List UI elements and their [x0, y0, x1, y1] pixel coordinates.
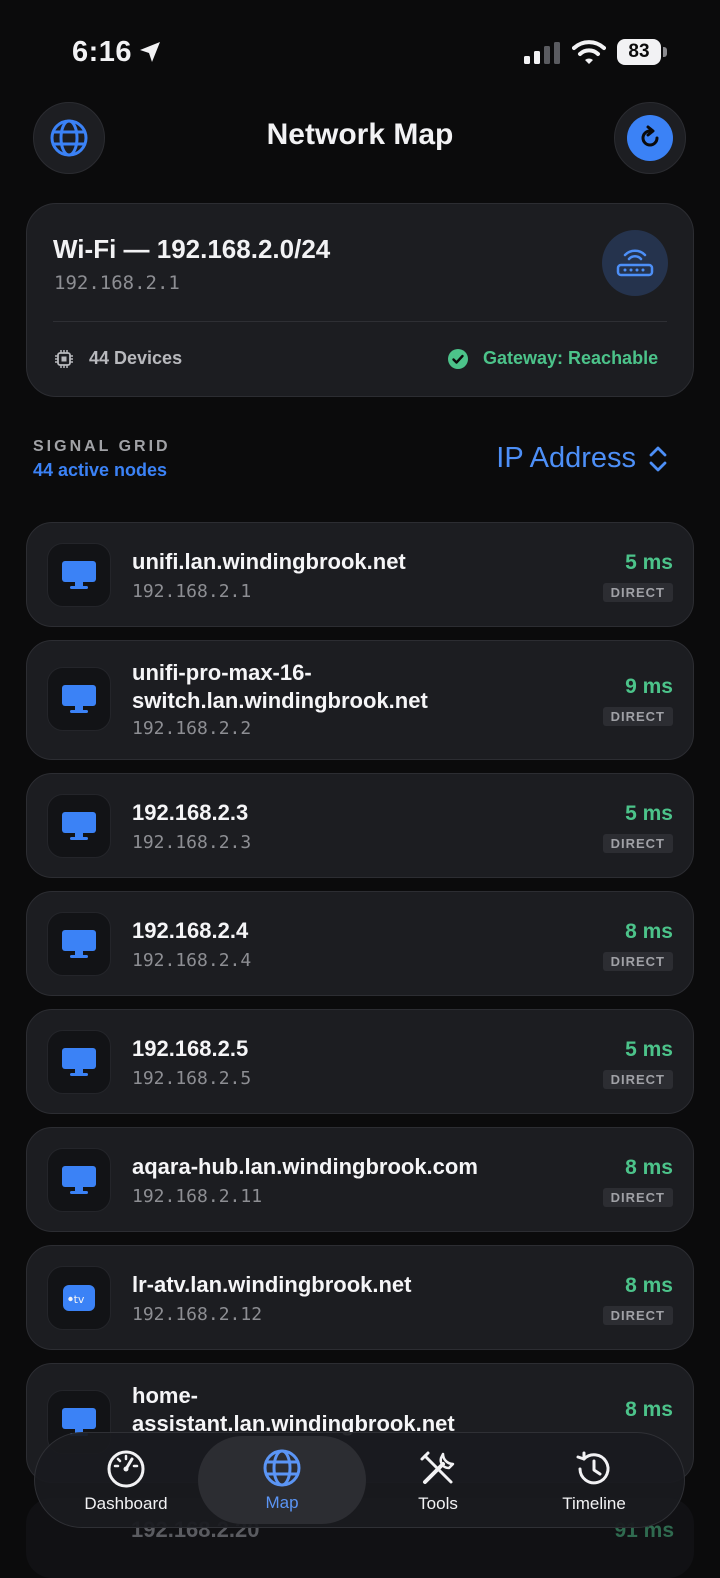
device-latency: 5 ms — [625, 802, 673, 825]
device-latency: 9 ms — [625, 675, 673, 698]
battery-indicator: 83 — [617, 39, 661, 65]
svg-text:tv: tv — [74, 1293, 85, 1306]
device-icon-tile — [47, 912, 111, 976]
device-row[interactable]: aqara-hub.lan.windingbrook.com 192.168.2… — [26, 1127, 694, 1232]
device-ip: 192.168.2.4 — [132, 950, 252, 971]
active-nodes-count: 44 active nodes — [33, 460, 168, 480]
status-bar: 6:16 83 — [0, 0, 720, 100]
globe-icon — [263, 1449, 301, 1487]
tab-label: Dashboard — [84, 1494, 168, 1513]
refresh-button[interactable] — [614, 102, 686, 174]
section-label: SIGNAL GRID — [33, 438, 171, 455]
monitor-icon — [62, 1048, 96, 1076]
device-ip: 192.168.2.1 — [132, 581, 252, 602]
connection-badge: DIRECT — [602, 834, 673, 853]
device-count: 44 Devices — [89, 348, 183, 368]
battery-cap — [663, 47, 667, 57]
device-latency: 8 ms — [625, 1398, 673, 1421]
device-name: 192.168.2.5 — [132, 1036, 249, 1061]
device-name-line: unifi-pro-max-16- — [132, 660, 312, 685]
monitor-icon — [62, 1166, 96, 1194]
gateway-status: Gateway: Reachable — [483, 348, 659, 368]
connection-badge: DIRECT — [602, 1070, 673, 1089]
sort-value: IP Address — [496, 442, 636, 474]
tab-label: Timeline — [562, 1494, 626, 1513]
monitor-icon — [62, 561, 96, 589]
device-ip: 192.168.2.2 — [132, 718, 252, 739]
tab-dashboard[interactable]: Dashboard — [51, 1433, 201, 1529]
device-latency: 8 ms — [625, 1274, 673, 1297]
device-icon-tile — [47, 667, 111, 731]
cellular-signal-icon — [524, 42, 560, 64]
device-row[interactable]: 192.168.2.5 192.168.2.5 5 ms DIRECT — [26, 1009, 694, 1114]
connection-badge: DIRECT — [602, 583, 673, 602]
device-list: unifi.lan.windingbrook.net 192.168.2.1 5… — [26, 522, 694, 1496]
apple-tv-icon: tv — [63, 1285, 95, 1311]
device-name: lr-atv.lan.windingbrook.net — [132, 1272, 412, 1297]
tab-label: Tools — [418, 1494, 458, 1513]
monitor-icon — [62, 812, 96, 840]
device-row[interactable]: tv lr-atv.lan.windingbrook.net 192.168.2… — [26, 1245, 694, 1350]
device-latency: 5 ms — [625, 1038, 673, 1061]
router-badge — [602, 230, 668, 296]
wifi-icon — [572, 40, 606, 64]
device-name-line: switch.lan.windingbrook.net — [132, 688, 428, 713]
tab-bar: Dashboard Map Tools Timeline — [34, 1432, 685, 1528]
gauge-icon — [107, 1450, 145, 1488]
device-ip: 192.168.2.11 — [132, 1186, 263, 1207]
location-arrow-icon — [140, 42, 160, 62]
history-icon — [576, 1451, 610, 1485]
device-name: unifi.lan.windingbrook.net — [132, 549, 406, 574]
check-circle-icon — [448, 349, 468, 369]
device-name: home- assistant.lan.windingbrook.net — [132, 1382, 455, 1438]
device-row[interactable]: unifi.lan.windingbrook.net 192.168.2.1 5… — [26, 522, 694, 627]
chevron-up-down-icon — [649, 446, 667, 471]
device-ip: 192.168.2.3 — [132, 832, 252, 853]
connection-badge: DIRECT — [602, 1188, 673, 1207]
sort-selector[interactable]: IP Address — [496, 442, 668, 475]
page-title: Network Map — [266, 118, 454, 151]
device-ip: 192.168.2.12 — [132, 1304, 263, 1325]
device-ip: 192.168.2.5 — [132, 1068, 252, 1089]
card-divider — [53, 321, 667, 322]
device-name: unifi-pro-max-16- switch.lan.windingbroo… — [132, 659, 428, 715]
network-title: Wi-Fi — 192.168.2.0/24 — [53, 234, 331, 264]
tab-timeline[interactable]: Timeline — [519, 1433, 669, 1529]
connection-badge: DIRECT — [602, 707, 673, 726]
device-icon-tile — [47, 543, 111, 607]
device-latency: 8 ms — [625, 920, 673, 943]
tools-icon — [420, 1451, 455, 1484]
device-row[interactable]: unifi-pro-max-16- switch.lan.windingbroo… — [26, 640, 694, 760]
cpu-chip-icon — [55, 350, 73, 368]
network-summary-card[interactable]: Wi-Fi — 192.168.2.0/24 192.168.2.1 44 De… — [26, 203, 694, 397]
refresh-icon — [641, 125, 659, 147]
connection-badge: DIRECT — [602, 952, 673, 971]
gateway-ip: 192.168.2.1 — [54, 272, 180, 294]
device-latency: 8 ms — [625, 1156, 673, 1179]
router-icon — [616, 249, 654, 277]
device-icon-tile — [47, 1148, 111, 1212]
device-name: 192.168.2.3 — [132, 800, 249, 825]
device-latency: 5 ms — [625, 551, 673, 574]
device-name: 192.168.2.4 — [132, 918, 249, 943]
device-name-line: home- — [132, 1383, 198, 1408]
device-row[interactable]: 192.168.2.3 192.168.2.3 5 ms DIRECT — [26, 773, 694, 878]
device-name: aqara-hub.lan.windingbrook.com — [132, 1154, 478, 1179]
monitor-icon — [62, 930, 96, 958]
device-icon-tile — [47, 794, 111, 858]
monitor-icon — [62, 685, 96, 713]
tab-map[interactable]: Map — [198, 1436, 366, 1524]
tab-label: Map — [265, 1493, 299, 1512]
connection-badge: DIRECT — [602, 1306, 673, 1325]
device-icon-tile: tv — [47, 1266, 111, 1330]
device-row[interactable]: 192.168.2.4 192.168.2.4 8 ms DIRECT — [26, 891, 694, 996]
tab-tools[interactable]: Tools — [363, 1433, 513, 1529]
status-time: 6:16 — [72, 36, 133, 68]
device-icon-tile — [47, 1030, 111, 1094]
